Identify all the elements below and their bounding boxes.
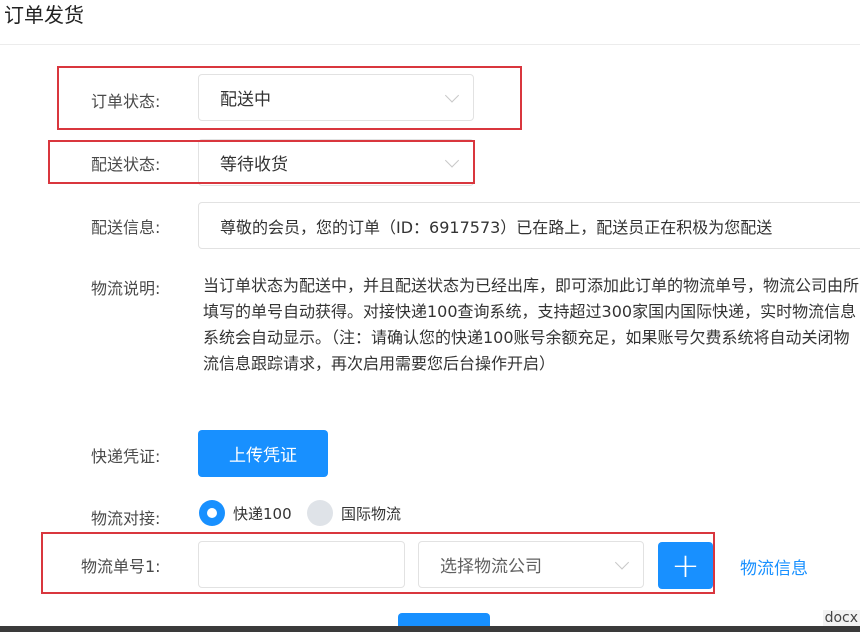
express-voucher-label: 快递凭证: bbox=[91, 447, 161, 466]
logistics-desc-text: 当订单状态为配送中，并且配送状态为已经出库，即可添加此订单的物流单号，物流公司由… bbox=[203, 276, 860, 373]
logistics-connect-label: 物流对接: bbox=[91, 509, 161, 528]
logistics-desc-label: 物流说明: bbox=[91, 279, 161, 298]
radio-kuaidi100[interactable]: 快递100 bbox=[199, 500, 292, 526]
radio-kuaidi100-label: 快递100 bbox=[233, 504, 292, 523]
title-divider bbox=[0, 44, 860, 45]
radio-checked-icon bbox=[199, 500, 225, 526]
delivery-info-label: 配送信息: bbox=[91, 218, 161, 237]
radio-unchecked-icon bbox=[307, 500, 333, 526]
tracking-row-highlight bbox=[41, 532, 715, 594]
taskbar bbox=[0, 626, 860, 632]
radio-international-label: 国际物流 bbox=[341, 504, 402, 523]
delivery-info-input[interactable]: 尊敬的会员，您的订单（ID：6917573）已在路上，配送员正在积极为您配送 bbox=[198, 202, 860, 249]
dialog-title: 订单发货 bbox=[4, 3, 84, 27]
order-status-highlight bbox=[57, 66, 522, 130]
logistics-info-link[interactable]: 物流信息 bbox=[740, 554, 808, 579]
corner-text: docx bbox=[822, 610, 860, 626]
upload-voucher-button[interactable]: 上传凭证 bbox=[198, 430, 328, 477]
delivery-status-highlight bbox=[48, 140, 475, 184]
radio-international[interactable]: 国际物流 bbox=[307, 500, 401, 526]
